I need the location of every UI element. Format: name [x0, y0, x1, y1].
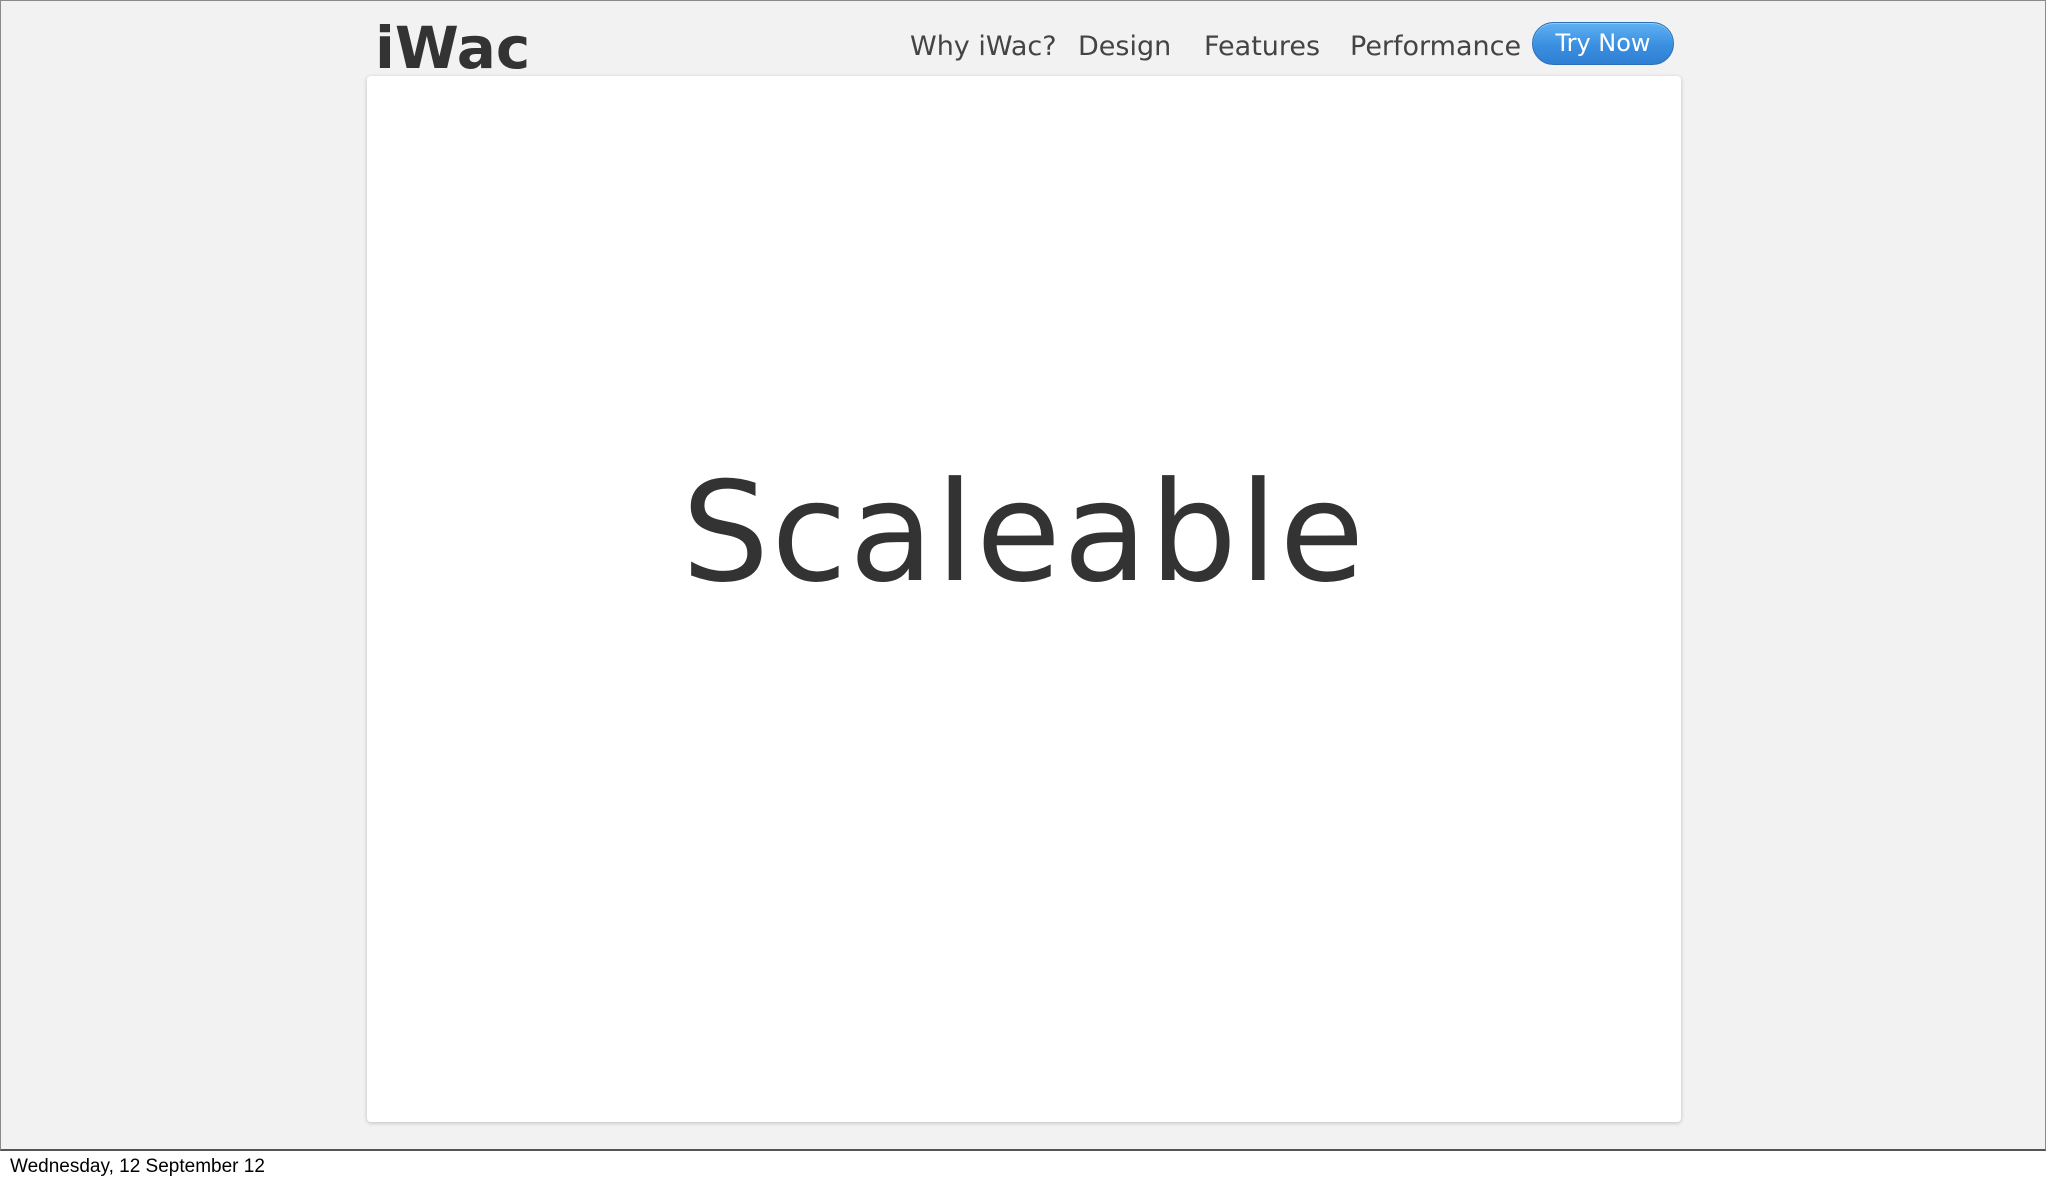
try-now-button[interactable]: Try Now	[1532, 22, 1674, 65]
site-logo[interactable]: iWac	[375, 13, 530, 83]
footer-date: Wednesday, 12 September 12	[10, 1156, 265, 1177]
nav-link-performance[interactable]: Performance	[1350, 27, 1521, 67]
nav-link-features[interactable]: Features	[1204, 27, 1320, 67]
nav-link-why-iwac[interactable]: Why iWac?	[910, 27, 1057, 67]
slide-frame: iWac Why iWac? Design Features Performan…	[0, 0, 2046, 1151]
nav-link-design[interactable]: Design	[1078, 27, 1171, 67]
content-card: Scaleable	[367, 76, 1681, 1122]
hero-headline: Scaleable	[681, 452, 1367, 613]
